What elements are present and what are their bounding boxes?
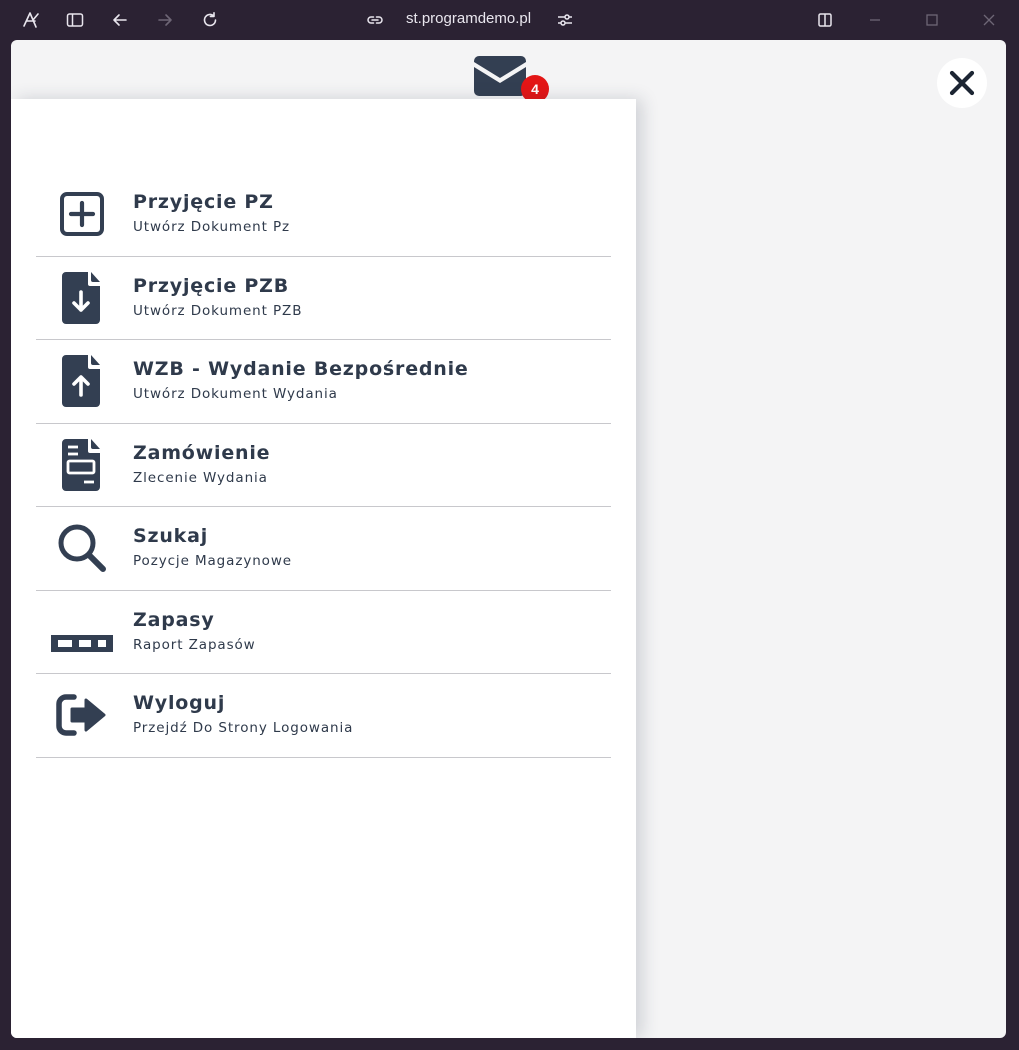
page-viewport: 4 Przyjęcie PZ Utwórz Dokument Pz Przyję… [11,40,1006,1038]
address-bar-url[interactable]: st.programdemo.pl [406,9,531,29]
file-upload-icon [62,355,100,407]
forward-icon[interactable] [155,10,175,30]
side-menu-drawer: Przyjęcie PZ Utwórz Dokument Pz Przyjęci… [11,99,636,1038]
sidebar-toggle-icon[interactable] [65,10,85,30]
file-invoice-icon [62,438,100,491]
menu-item-subtitle: Utwórz Dokument PZB [133,302,303,319]
plus-square-icon [60,192,104,236]
menu-item-wzb[interactable]: WZB - Wydanie Bezpośrednie Utwórz Dokume… [36,340,611,424]
menu-item-subtitle: Zlecenie Wydania [133,469,268,486]
menu-item-zapasy[interactable]: Zapasy Raport Zapasów [36,591,611,674]
menu-item-przyjecie-pz[interactable]: Przyjęcie PZ Utwórz Dokument Pz [36,173,611,257]
close-menu-button[interactable] [937,58,987,108]
menu-item-title: WZB - Wydanie Bezpośrednie [133,358,469,380]
search-icon [58,524,106,572]
back-icon[interactable] [110,10,130,30]
menu-item-title: Przyjęcie PZ [133,191,274,213]
menu-item-title: Zamówienie [133,441,271,464]
menu-item-subtitle: Utwórz Dokument Pz [133,219,291,235]
menu-list: Przyjęcie PZ Utwórz Dokument Pz Przyjęci… [36,173,611,758]
split-view-icon[interactable] [815,10,835,30]
file-download-icon [62,271,100,324]
menu-item-subtitle: Raport Zapasów [133,636,256,653]
browser-logo-icon[interactable] [21,10,41,30]
menu-item-subtitle: Pozycje Magazynowe [133,553,292,569]
menu-item-title: Szukaj [133,525,209,547]
menu-item-zamowienie[interactable]: Zamówienie Zlecenie Wydania [36,424,611,507]
site-settings-icon[interactable] [555,10,575,30]
sign-out-icon [56,694,106,736]
window-close-icon[interactable] [979,10,999,30]
menu-item-title: Wyloguj [133,692,226,714]
menu-item-wyloguj[interactable]: Wyloguj Przejdź Do Strony Logowania [36,674,611,758]
menu-item-subtitle: Przejdź Do Strony Logowania [133,720,354,736]
envelope-icon [474,56,526,96]
menu-item-subtitle: Utwórz Dokument Wydania [133,386,338,402]
menu-item-przyjecie-pzb[interactable]: Przyjęcie PZB Utwórz Dokument PZB [36,257,611,340]
close-icon [949,70,975,96]
pallet-icon [51,634,113,652]
browser-titlebar: st.programdemo.pl [0,0,1019,40]
link-icon [365,10,385,30]
maximize-icon[interactable] [922,10,942,30]
menu-item-szukaj[interactable]: Szukaj Pozycje Magazynowe [36,507,611,591]
reload-icon[interactable] [200,10,220,30]
menu-item-title: Zapasy [133,608,215,631]
menu-item-title: Przyjęcie PZB [133,274,289,297]
minimize-icon[interactable] [865,10,885,30]
